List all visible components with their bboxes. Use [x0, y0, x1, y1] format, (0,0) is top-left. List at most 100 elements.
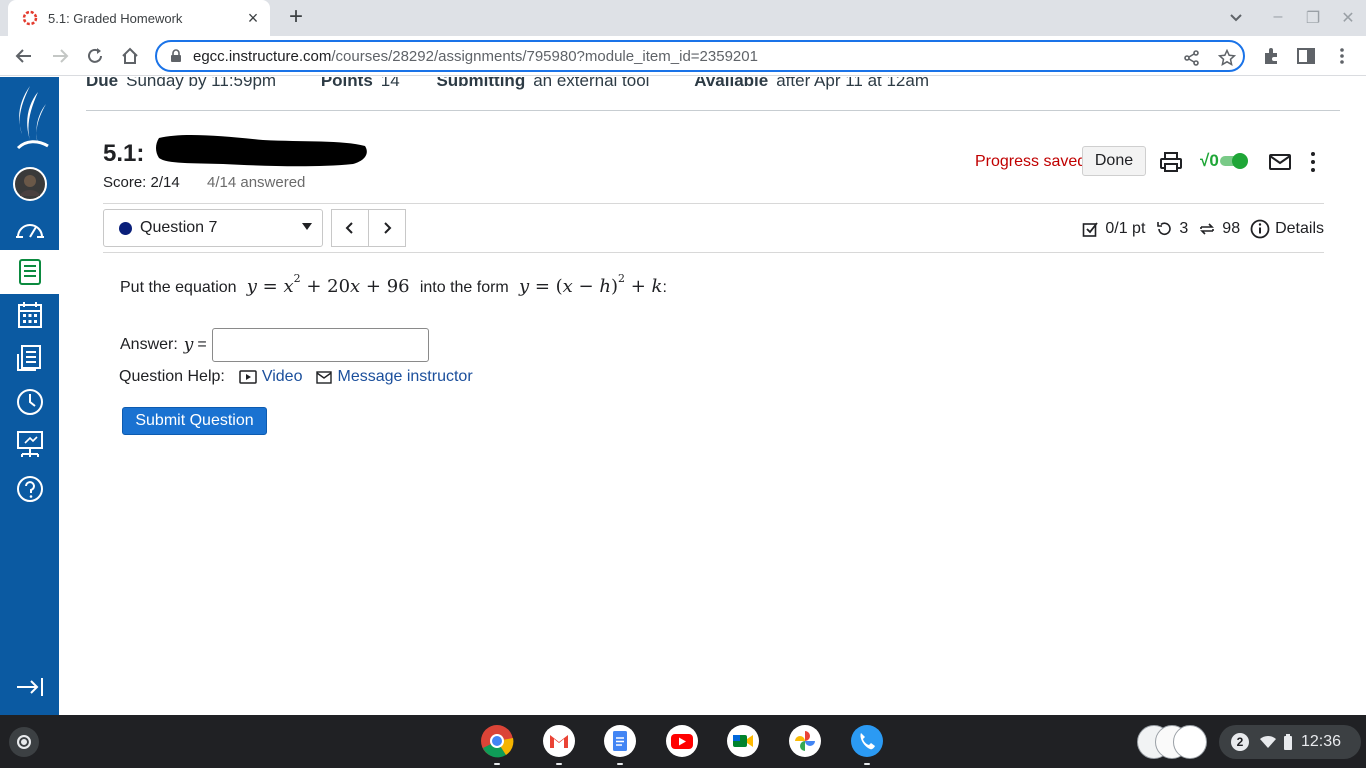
address-bar[interactable]: egcc.instructure.com/courses/28292/assig…: [155, 40, 1245, 72]
canvas-favicon-icon: [22, 10, 38, 26]
inbox-icon: [16, 345, 41, 371]
close-tab-icon[interactable]: ×: [244, 9, 262, 27]
docs-app-icon[interactable]: [603, 724, 637, 758]
done-button[interactable]: Done: [1082, 146, 1146, 176]
minimize-icon[interactable]: –: [1268, 8, 1288, 26]
institution-logo[interactable]: [0, 79, 59, 159]
question-prompt: Put the equation y = x2 + 20x + 96 into …: [120, 272, 667, 297]
assignment-meta: Due Sunday by 11:59pm Points 14 Submitting…: [86, 77, 929, 91]
question-select[interactable]: Question 7: [103, 209, 323, 247]
points-value: 14: [380, 77, 400, 90]
gmail-app-icon[interactable]: [542, 724, 576, 758]
sidebar-item-courses[interactable]: [0, 250, 59, 294]
youtube-app-icon[interactable]: [665, 724, 699, 758]
submitting-value: an external tool: [533, 77, 650, 90]
photos-app-icon[interactable]: [788, 724, 822, 758]
next-question-button[interactable]: [368, 209, 406, 247]
side-panel-icon[interactable]: [1295, 45, 1317, 67]
given-equation: y = x2 + 20x + 96: [241, 272, 410, 297]
points-label: Points: [320, 77, 373, 90]
new-tab-button[interactable]: +: [284, 5, 308, 30]
sidebar-item-commons[interactable]: [0, 423, 59, 467]
more-options-icon[interactable]: [1301, 150, 1325, 174]
submit-question-button[interactable]: Submit Question: [122, 407, 267, 435]
os-shelf: 2 12:36: [0, 715, 1366, 768]
chrome-app-icon[interactable]: [480, 724, 514, 758]
clock-icon: [16, 389, 43, 415]
sidebar-item-inbox[interactable]: [0, 336, 59, 380]
sqrt-toggle[interactable]: √0: [1200, 151, 1249, 171]
lock-icon: [171, 49, 181, 62]
collapse-nav-button[interactable]: [0, 665, 59, 709]
print-icon[interactable]: [1159, 150, 1183, 174]
video-icon: [239, 370, 257, 384]
details-button[interactable]: Details: [1250, 219, 1324, 239]
restore-icon[interactable]: ❐: [1303, 8, 1323, 28]
sidebar-item-dashboard[interactable]: [0, 207, 59, 251]
status-tray[interactable]: 2 12:36: [1219, 725, 1361, 759]
video-label: Video: [261, 368, 303, 385]
retries-remaining: 3: [1179, 220, 1189, 237]
video-link[interactable]: Video: [239, 368, 303, 386]
checkbox-points-icon: [1083, 221, 1099, 237]
message-instructor-link[interactable]: Message instructor: [316, 368, 473, 386]
question-divider: [103, 252, 1324, 253]
retry-icon: [1157, 222, 1172, 235]
url-host: egcc.instructure.com: [193, 47, 332, 65]
meet-app-icon[interactable]: [726, 724, 760, 758]
toggle-switch-icon: [1219, 153, 1248, 169]
attempts-remaining: 98: [1222, 220, 1241, 237]
due-label: Due: [86, 77, 119, 90]
dashboard-gauge-icon: [15, 224, 44, 238]
bookmark-star-icon[interactable]: [1218, 49, 1236, 67]
previous-question-button[interactable]: [331, 209, 369, 247]
launcher-circle-icon: [17, 735, 31, 749]
collapse-arrow-icon: [16, 678, 43, 696]
meta-divider: [86, 110, 1340, 111]
answered-count: 4/14 answered: [207, 174, 306, 191]
header-divider: [103, 203, 1324, 204]
tab-search-icon[interactable]: [1226, 11, 1246, 25]
courses-book-icon: [18, 259, 41, 285]
submitting-label: Submitting: [436, 77, 526, 90]
answer-label: Answer:: [120, 336, 178, 353]
browser-tab[interactable]: 5.1: Graded Homework ×: [8, 0, 270, 36]
holding-space-tray[interactable]: [1137, 725, 1209, 759]
tab-title: 5.1: Graded Homework: [48, 10, 183, 26]
message-label: Message instructor: [337, 368, 473, 385]
sidebar-item-history[interactable]: [0, 380, 59, 424]
tab-strip: 5.1: Graded Homework × + – ❐ ✕: [0, 0, 1366, 36]
reload-icon[interactable]: [84, 45, 106, 67]
extensions-icon[interactable]: [1260, 45, 1282, 67]
wifi-icon: [1260, 735, 1276, 748]
battery-icon: [1284, 734, 1292, 750]
phone-app-icon[interactable]: [850, 724, 884, 758]
question-status-dot: [119, 221, 132, 235]
share-icon[interactable]: [1183, 49, 1201, 67]
sidebar-item-calendar[interactable]: [0, 293, 59, 337]
help-question-icon: [16, 476, 43, 502]
info-icon: [1250, 219, 1270, 239]
back-icon[interactable]: [13, 45, 35, 67]
mail-icon[interactable]: [1268, 150, 1292, 174]
target-form: y = (x − h)2 + k: [513, 272, 663, 297]
url-path: /courses/28292/assignments/795980?module…: [331, 47, 758, 65]
calendar-icon: [17, 302, 42, 328]
sidebar-item-account[interactable]: [0, 162, 59, 206]
question-help: Question Help: Video Message instructor: [119, 368, 473, 386]
sidebar-item-help[interactable]: [0, 467, 59, 511]
commons-presentation-icon: [16, 431, 43, 457]
launcher-button[interactable]: [9, 727, 39, 757]
chrome-running-dot: [494, 763, 500, 765]
home-icon[interactable]: [119, 45, 141, 67]
browser-menu-icon[interactable]: [1331, 45, 1353, 67]
clock-time: 12:36: [1301, 733, 1342, 750]
close-window-icon[interactable]: ✕: [1338, 8, 1358, 28]
notification-badge: 2: [1231, 733, 1249, 751]
answer-input[interactable]: [211, 328, 429, 362]
prompt-mid: into the form: [419, 279, 509, 296]
forward-icon[interactable]: [49, 45, 71, 67]
flame-logo-icon: [16, 86, 49, 150]
details-label: Details: [1275, 220, 1324, 237]
dropdown-caret-icon: [302, 223, 312, 230]
